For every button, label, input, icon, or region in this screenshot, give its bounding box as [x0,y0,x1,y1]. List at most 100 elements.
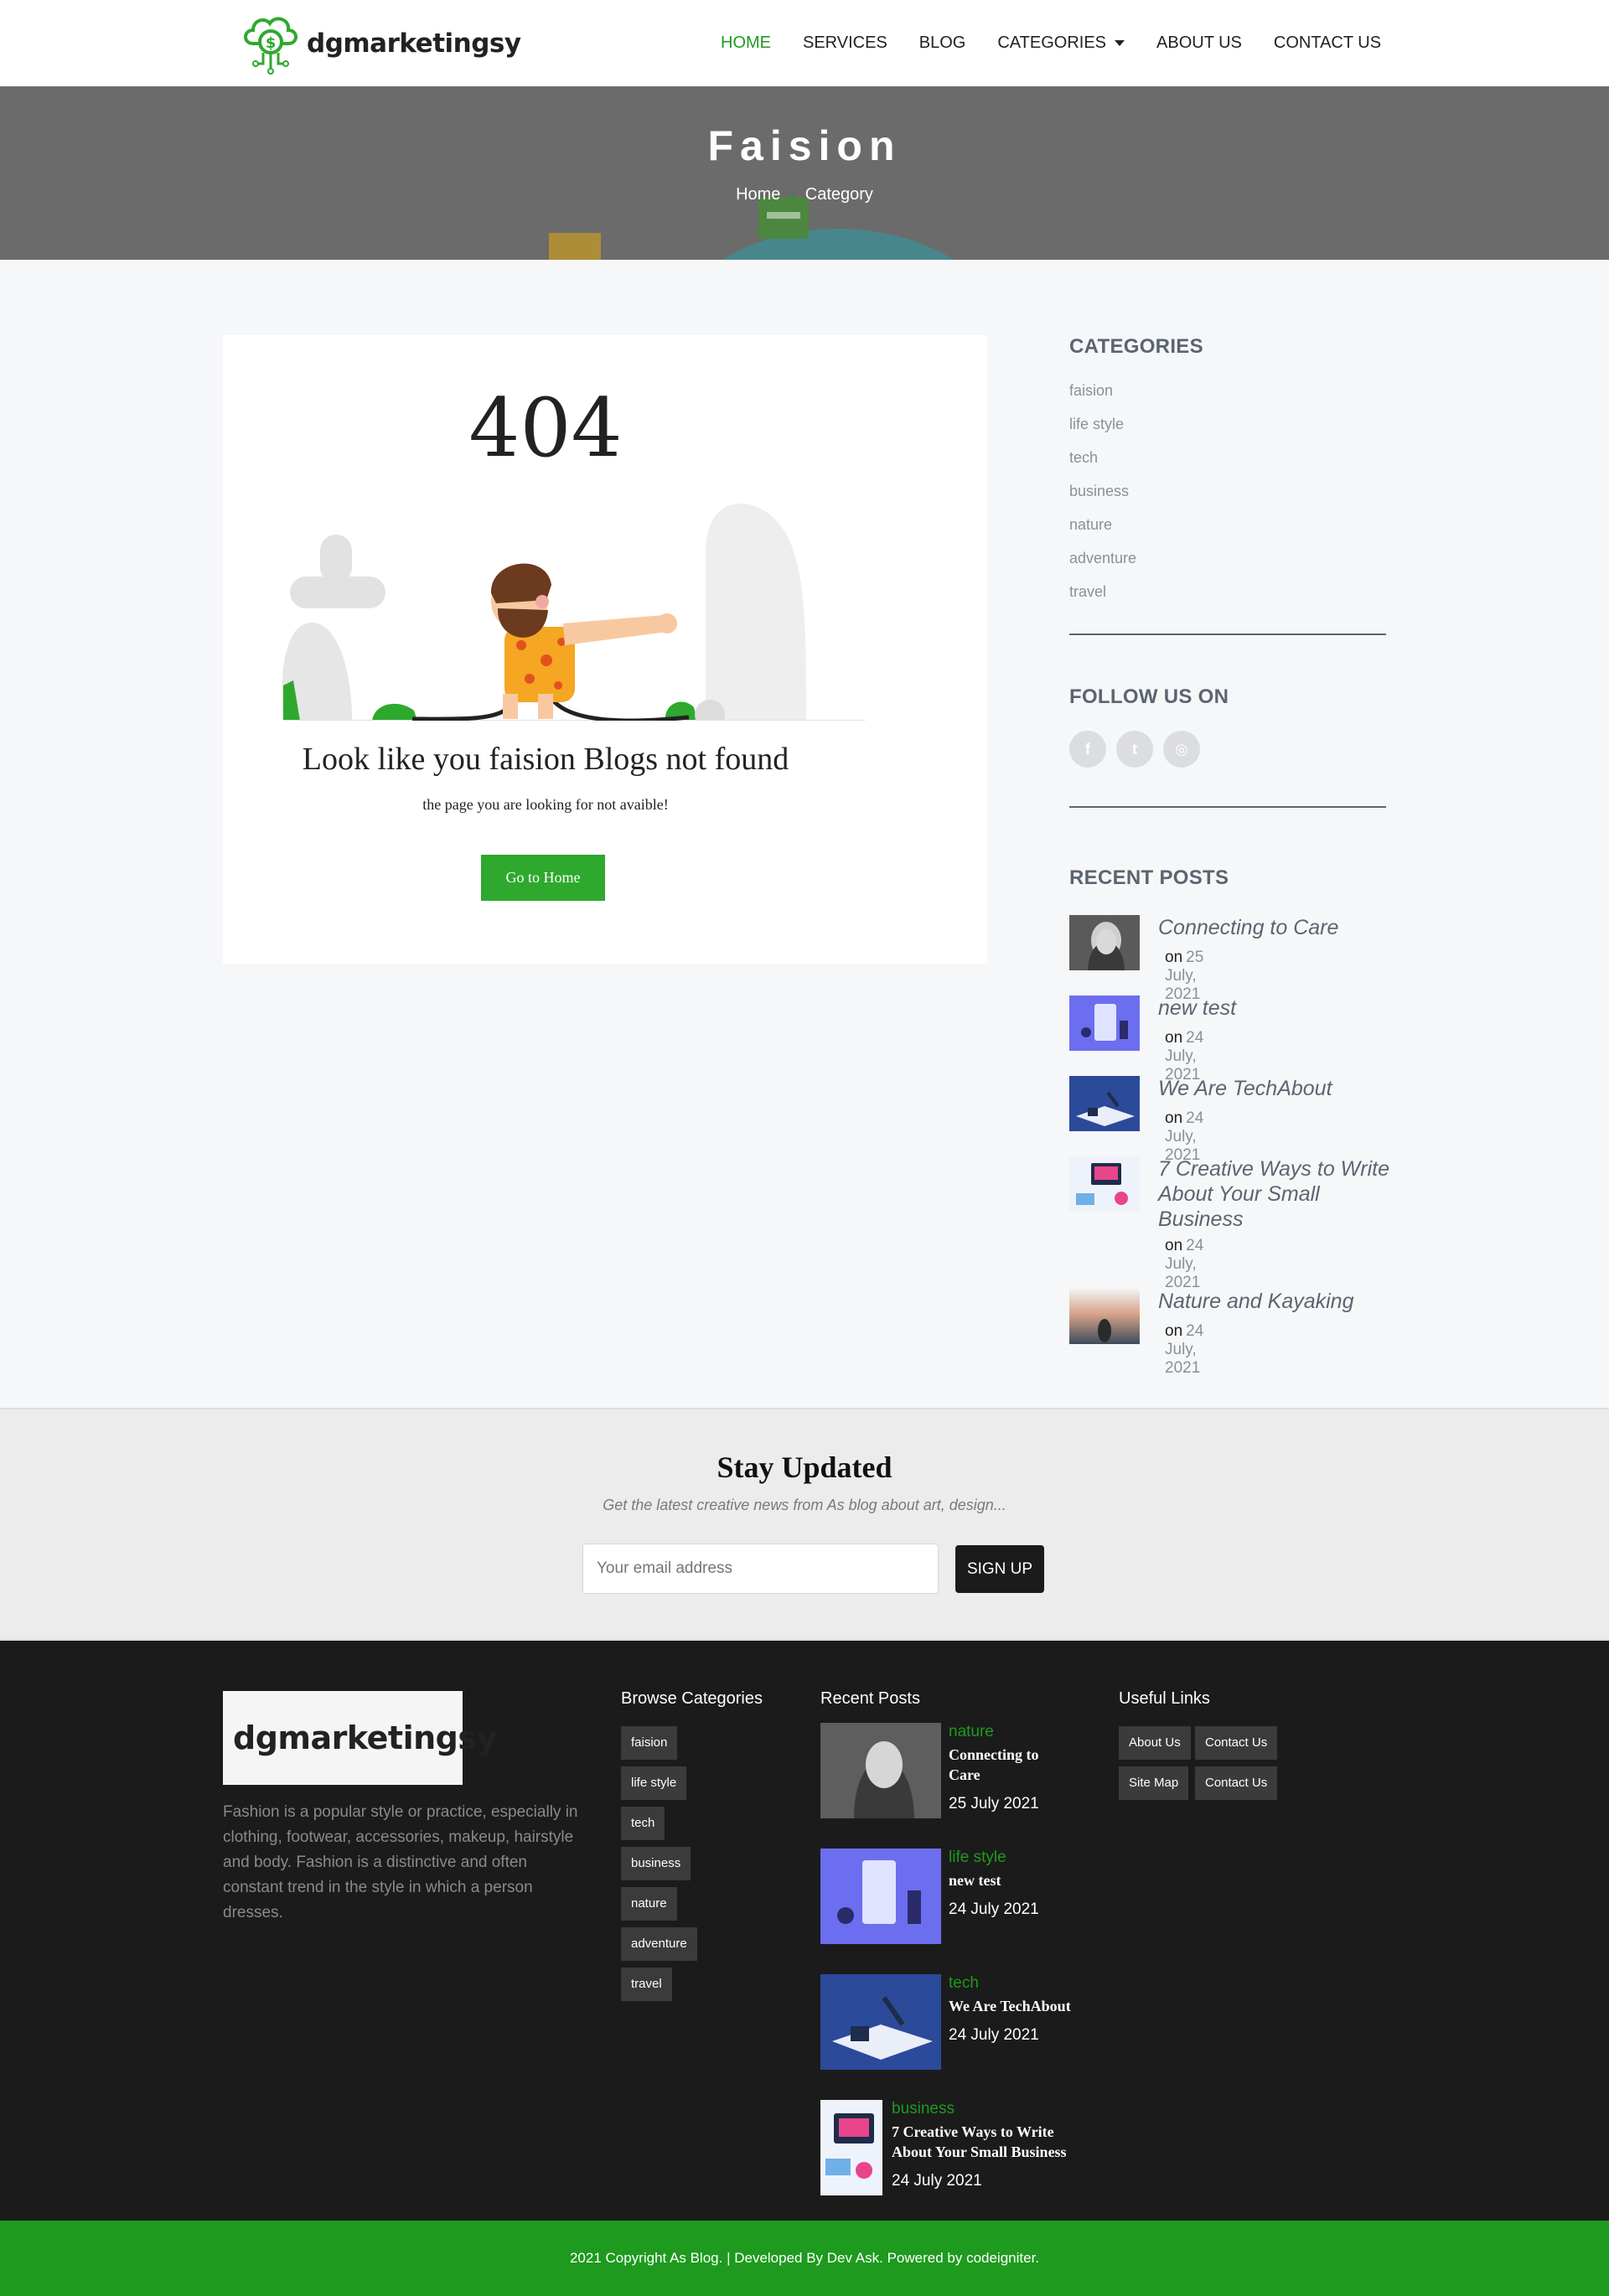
site-header: $ dgmarketingsy HOME SERVICES BLOG CATEG… [0,0,1609,86]
footer-post-category[interactable]: business [892,2100,955,2118]
newsletter-title: Stay Updated [717,1451,892,1484]
footer-category-tag[interactable]: adventure [621,1927,697,1961]
newsletter-subtitle: Get the latest creative news from As blo… [603,1497,1006,1513]
footer-post-category[interactable]: nature [949,1723,994,1741]
not-found-title: Look like you faision Blogs not found [302,742,789,777]
breadcrumb-home[interactable]: Home [736,185,780,204]
category-link-adventure[interactable]: adventure [1069,541,1386,575]
category-link-tech[interactable]: tech [1069,441,1386,474]
footer-category-tag[interactable]: faision [621,1726,678,1760]
facebook-icon[interactable]: f [1069,731,1106,768]
footer-link-contact-us-2[interactable]: Contact Us [1195,1766,1278,1800]
footer-post-thumbnail[interactable] [820,1974,941,2070]
footer-post-title[interactable]: new test [949,1870,1150,1890]
post-thumbnail [1069,1289,1140,1344]
footer-category-tag[interactable]: business [621,1847,691,1880]
recent-post-on-label: on [1165,1237,1183,1254]
footer-post-title[interactable]: Connecting to Care [949,1745,1058,1785]
nav-categories-label: CATEGORIES [997,34,1107,52]
footer-category-tag[interactable]: tech [621,1807,665,1840]
copyright-bar: 2021 Copyright As Blog. | Developed By D… [0,2221,1609,2296]
twitter-icon[interactable]: t [1116,731,1153,768]
footer-link-contact-us[interactable]: Contact Us [1195,1726,1278,1760]
category-list: faision life style tech business nature … [1069,374,1386,608]
post-thumbnail [1069,915,1140,970]
caveman-404-illustration [282,503,865,721]
nav-home[interactable]: HOME [721,34,771,53]
recent-post-title[interactable]: Connecting to Care [1158,915,1393,940]
recent-post-on-label: on [1165,949,1183,966]
footer-post-thumbnail[interactable] [820,2100,882,2195]
footer-post-category[interactable]: life style [949,1849,1006,1867]
svg-text:$: $ [266,34,277,52]
footer-post-thumbnail[interactable] [820,1849,941,1944]
main-nav: HOME SERVICES BLOG CATEGORIES ABOUT US C… [721,0,1413,86]
not-found-card: 404 Look like you faision Blogs not foun… [223,335,987,964]
nav-blog[interactable]: BLOG [919,34,966,53]
sidebar: CATEGORIES faision life style tech busin… [1069,335,1389,1377]
footer-post-date: 24 July 2021 [949,1900,1039,1918]
breadcrumb-current: Category [804,185,873,204]
footer-post-title[interactable]: We Are TechAbout [949,1996,1150,2016]
post-thumbnail [1069,1076,1140,1131]
category-link-business[interactable]: business [1069,474,1386,508]
brand-name: dgmarketingsy [307,28,521,59]
divider [1069,806,1386,808]
category-link-nature[interactable]: nature [1069,508,1386,541]
post-thumbnail [1069,995,1140,1051]
footer-post-date: 24 July 2021 [949,2026,1039,2044]
nav-categories[interactable]: CATEGORIES [997,34,1125,53]
not-found-subtitle: the page you are looking for not avaible… [422,796,669,813]
newsletter-section: Stay Updated Get the latest creative new… [0,1408,1609,1641]
go-home-button[interactable]: Go to Home [481,855,605,901]
instagram-icon[interactable]: ◎ [1163,731,1200,768]
category-link-faision[interactable]: faision [1069,374,1386,407]
footer-brand-name: dgmarketingsy [233,1719,497,1756]
page-title: Faision [707,122,902,169]
footer-post-thumbnail[interactable] [820,1723,941,1818]
copyright-text: 2021 Copyright As Blog. | Developed By D… [569,2250,1040,2266]
recent-post-date: on 24 July, 2021 [1165,1322,1203,1378]
nav-contact[interactable]: CONTACT US [1274,34,1381,53]
footer-post-title[interactable]: 7 Creative Ways to Write About Your Smal… [892,2122,1093,2162]
post-thumbnail [1069,1156,1140,1212]
footer-category-tag[interactable]: life style [621,1766,687,1800]
useful-links-heading: Useful Links [1119,1689,1210,1708]
footer-recent-heading: Recent Posts [820,1689,920,1708]
sign-up-button[interactable]: SIGN UP [955,1545,1044,1593]
follow-heading: FOLLOW US ON [1069,685,1229,708]
category-link-travel[interactable]: travel [1069,575,1386,608]
footer-about-text: Fashion is a popular style or practice, … [223,1803,578,1921]
footer-post-category[interactable]: tech [949,1974,979,1993]
recent-post-title[interactable]: We Are TechAbout [1158,1076,1393,1101]
cloud-dollar-logo-icon: $ [244,17,297,75]
recent-post-on-label: on [1165,1322,1183,1340]
footer-logo[interactable]: $ dgmarketingsy [223,1691,497,1785]
footer-post-date: 25 July 2021 [949,1795,1039,1812]
footer-link-site-map[interactable]: Site Map [1119,1766,1189,1800]
site-footer: $ dgmarketingsy Fashion is a popular sty… [0,1641,1609,2221]
nav-services[interactable]: SERVICES [803,34,887,53]
social-links: f t ◎ [1069,731,1386,768]
recent-post-on-label: on [1165,1109,1183,1127]
footer-category-tag[interactable]: nature [621,1887,677,1921]
browse-categories-heading: Browse Categories [621,1689,763,1708]
recent-post-date: on 24 July, 2021 [1165,1237,1203,1292]
recent-posts-heading: RECENT POSTS [1069,866,1229,889]
footer-category-tag[interactable]: travel [621,1968,672,2001]
hero-background-image [549,197,955,260]
footer-link-about-us[interactable]: About Us [1119,1726,1191,1760]
email-input[interactable] [582,1544,939,1594]
recent-post-title[interactable]: new test [1158,995,1393,1021]
chevron-right-icon: › [790,189,795,203]
category-link-life-style[interactable]: life style [1069,407,1386,441]
recent-post-on-label: on [1165,1029,1183,1047]
footer-post-date: 24 July 2021 [892,2172,982,2190]
recent-post-title[interactable]: Nature and Kayaking [1158,1289,1393,1314]
nav-about[interactable]: ABOUT US [1156,34,1242,53]
categories-heading: CATEGORIES [1069,335,1203,358]
brand-logo[interactable]: $ dgmarketingsy [240,10,521,77]
divider [1069,633,1386,635]
caret-down-icon [1115,40,1125,46]
recent-post-title[interactable]: 7 Creative Ways to Write About Your Smal… [1158,1156,1393,1232]
